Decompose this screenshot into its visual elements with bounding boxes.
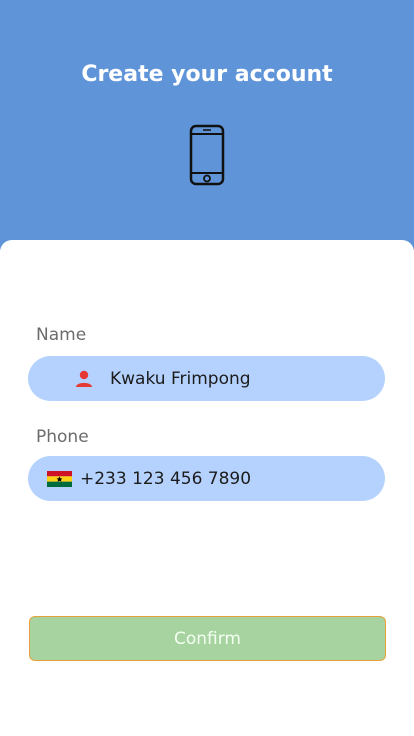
confirm-button[interactable]: Confirm (29, 616, 386, 661)
header-banner: Create your account (0, 0, 414, 250)
create-account-screen: Create your account Name Kwaku Frimpong … (0, 0, 414, 736)
smartphone-icon (189, 124, 225, 186)
phone-label: Phone (36, 427, 89, 447)
name-value: Kwaku Frimpong (110, 368, 251, 389)
name-label: Name (36, 325, 87, 345)
phone-field[interactable]: +233 123 456 7890 (28, 456, 385, 501)
name-field[interactable]: Kwaku Frimpong (28, 356, 385, 401)
page-title: Create your account (81, 62, 333, 87)
phone-value: +233 123 456 7890 (80, 468, 252, 489)
ghana-flag-icon (47, 467, 72, 491)
person-icon (72, 367, 96, 391)
